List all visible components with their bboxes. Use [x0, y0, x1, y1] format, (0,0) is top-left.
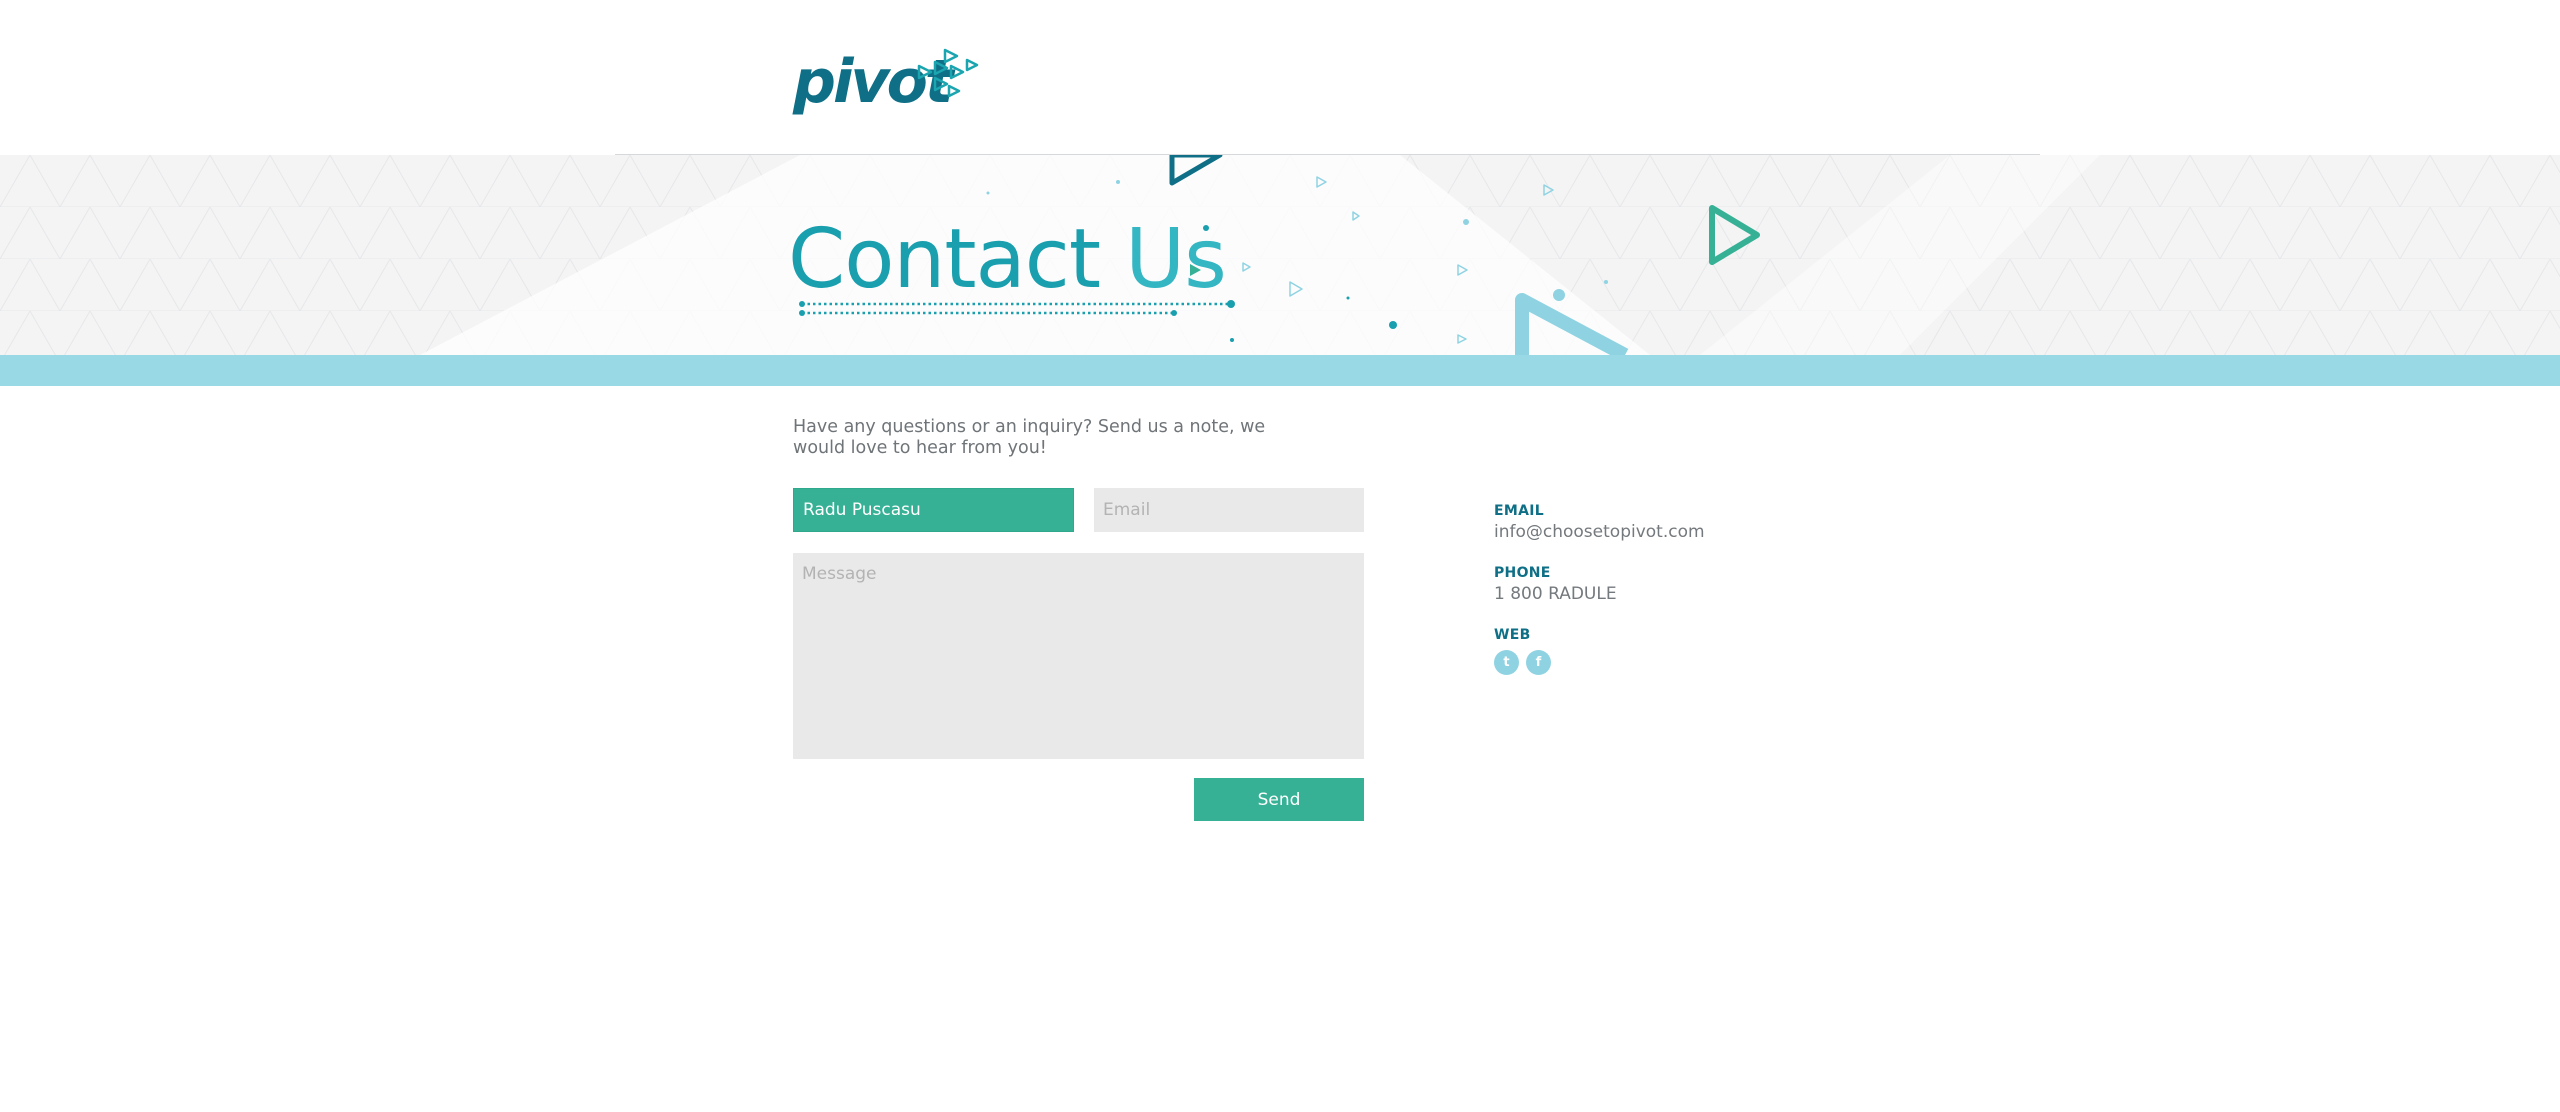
- hero-pattern: [0, 155, 2560, 355]
- web-label: WEB: [1494, 627, 1531, 643]
- hero-banner: Contact Us: [0, 155, 2560, 355]
- email-field[interactable]: [1094, 488, 1364, 532]
- phone-value: 1 800 RADULE: [1494, 584, 1617, 604]
- message-field[interactable]: [793, 553, 1364, 759]
- email-value[interactable]: info@choosetopivot.com: [1494, 522, 1705, 542]
- intro-text: Have any questions or an inquiry? Send u…: [793, 417, 1266, 458]
- site-header: pivot: [0, 0, 2560, 155]
- pivot-logo[interactable]: pivot: [793, 46, 993, 118]
- email-label: EMAIL: [1494, 503, 1544, 519]
- logo-triangles-icon: [917, 48, 979, 98]
- hero-accent-band: [0, 355, 2560, 386]
- title-us: Us: [1125, 212, 1227, 307]
- facebook-icon[interactable]: f: [1526, 650, 1551, 675]
- phone-label: PHONE: [1494, 565, 1551, 581]
- page-title: Contact Us: [788, 210, 1227, 310]
- twitter-icon[interactable]: t: [1494, 650, 1519, 675]
- title-contact: Contact: [788, 212, 1101, 307]
- send-button[interactable]: Send: [1194, 778, 1364, 821]
- name-field[interactable]: [793, 488, 1074, 532]
